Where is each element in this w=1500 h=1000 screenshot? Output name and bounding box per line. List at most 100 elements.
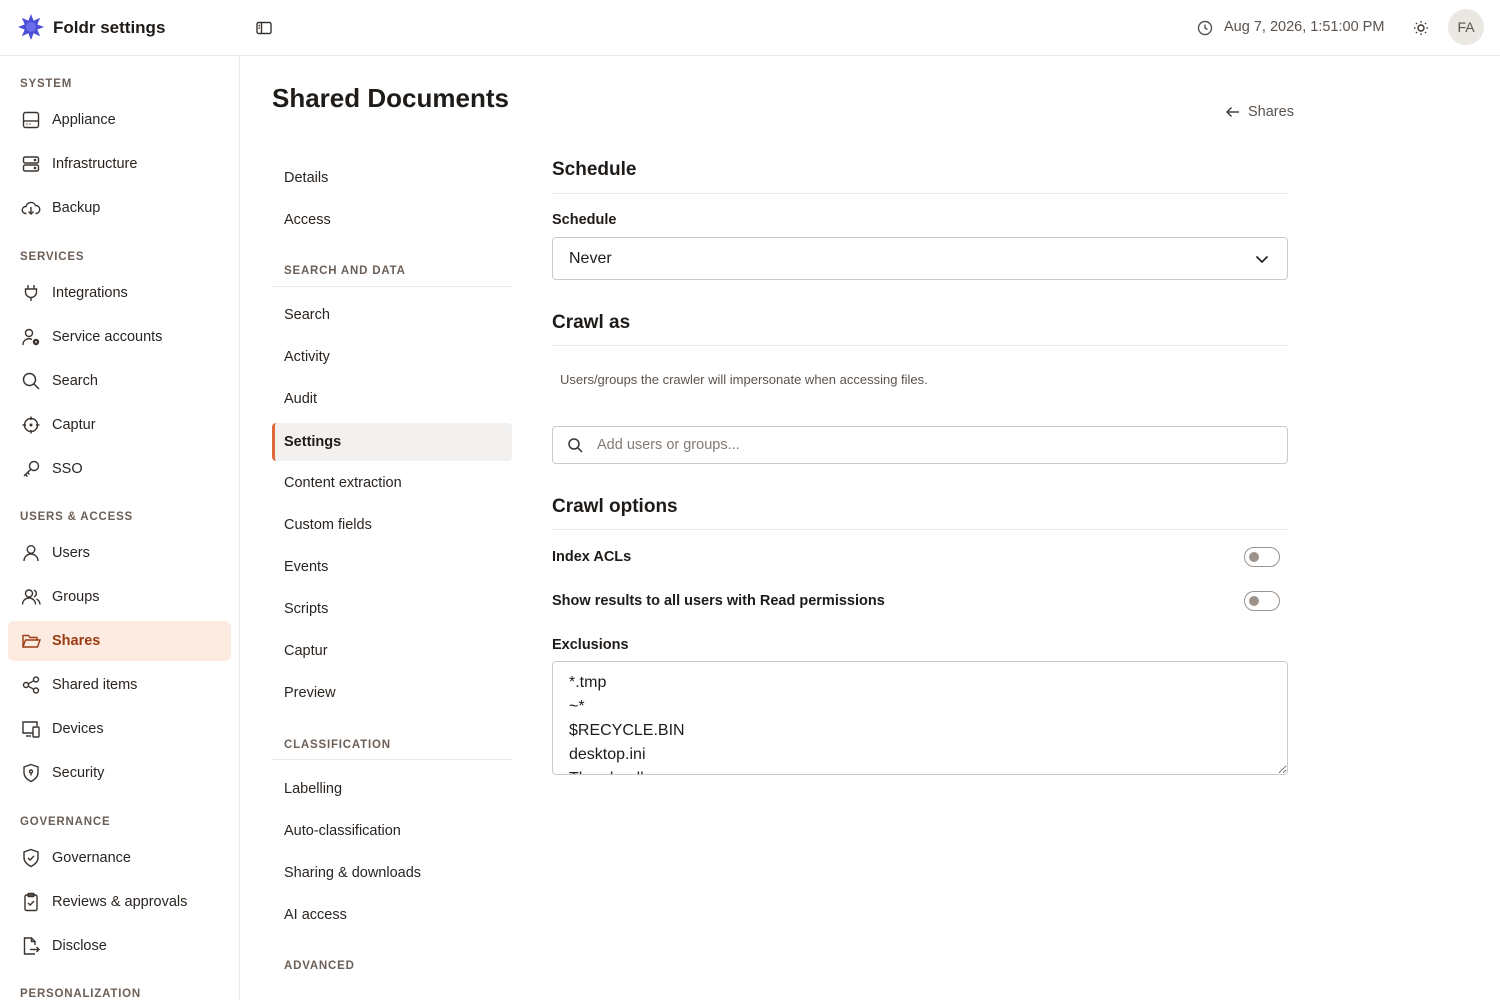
sidebar-item-integrations[interactable]: Integrations [8, 273, 231, 313]
sidebar-item-appliance[interactable]: Appliance [8, 100, 231, 140]
current-datetime: Aug 7, 2026, 1:51:00 PM [1224, 19, 1385, 35]
sidebar-item-label: Reviews & approvals [52, 894, 188, 910]
sidebar-item-label: Security [52, 765, 105, 781]
section-divider [552, 193, 1288, 194]
section-divider [552, 529, 1288, 530]
shield-check-icon [23, 848, 39, 868]
arrow-left-icon [1226, 107, 1239, 117]
subnav-audit[interactable]: Audit [272, 380, 512, 418]
schedule-label: Schedule [552, 212, 617, 228]
sidebar-section-system: SYSTEM [20, 78, 73, 90]
crawl-as-heading: Crawl as [552, 312, 631, 333]
sidebar-item-captur[interactable]: Captur [8, 405, 231, 445]
chevron-down-icon [1255, 255, 1269, 264]
file-export-icon [23, 937, 40, 955]
sun-icon[interactable] [1411, 18, 1431, 38]
subnav-preview[interactable]: Preview [272, 674, 512, 712]
subnav-access[interactable]: Access [272, 201, 512, 239]
sidebar-item-backup[interactable]: Backup [8, 188, 231, 228]
subnav-search[interactable]: Search [272, 296, 512, 334]
subnav-settings[interactable]: Settings [272, 423, 512, 461]
page-title: Shared Documents [272, 83, 509, 113]
subnav-sharing-downloads[interactable]: Sharing & downloads [272, 854, 512, 892]
subnav-events[interactable]: Events [272, 548, 512, 586]
sidebar-section-services: SERVICES [20, 251, 85, 263]
subnav-label: Search [284, 307, 330, 323]
users-icon [21, 589, 41, 605]
sidebar-item-label: Captur [52, 417, 96, 433]
subnav-custom-fields[interactable]: Custom fields [272, 506, 512, 544]
subnav-auto-classification[interactable]: Auto-classification [272, 812, 512, 850]
sidebar-item-label: Integrations [52, 285, 128, 301]
sidebar-item-security[interactable]: Security [8, 753, 231, 793]
subnav-label: Sharing & downloads [284, 865, 422, 881]
subnav-label: Details [284, 170, 329, 186]
crawl-as-search-input[interactable] [597, 427, 1277, 463]
subnav-label: Scripts [284, 601, 329, 617]
subnav-label: Content extraction [284, 475, 402, 491]
subnav-label: Auto-classification [284, 823, 401, 839]
index-acls-label: Index ACLs [552, 549, 632, 565]
subnav-section-classification: CLASSIFICATION [284, 739, 391, 751]
subnav-section-search-and-data: SEARCH AND DATA [284, 265, 406, 277]
sidebar-item-label: Shares [52, 633, 101, 649]
sidebar-item-disclose[interactable]: Disclose [8, 926, 231, 966]
index-acls-toggle[interactable] [1244, 547, 1280, 567]
subnav-label: Events [284, 559, 329, 575]
devices-icon [22, 721, 40, 738]
show-results-toggle[interactable] [1244, 591, 1280, 611]
subnav-ai-access[interactable]: AI access [272, 896, 512, 934]
subnav-label: Access [284, 212, 331, 228]
sidebar-item-label: SSO [52, 461, 83, 477]
subnav-section-advanced: ADVANCED [284, 960, 355, 972]
sidebar-item-label: Devices [52, 721, 104, 737]
sidebar-item-users[interactable]: Users [8, 533, 231, 573]
sidebar-toggle-icon[interactable] [254, 18, 274, 38]
back-to-shares-link[interactable]: Shares [1224, 102, 1294, 122]
subnav-activity[interactable]: Activity [272, 338, 512, 376]
subnav-divider [272, 286, 512, 287]
user-icon [23, 545, 39, 562]
schedule-select[interactable]: Never [552, 237, 1288, 280]
subnav-content-extraction[interactable]: Content extraction [272, 464, 512, 502]
subnav-label: Captur [284, 643, 328, 659]
sidebar-item-shares[interactable]: Shares [8, 621, 231, 661]
sidebar-item-label: Search [52, 373, 98, 389]
sidebar-section-users-access: USERS & ACCESS [20, 511, 134, 523]
subnav-label: Custom fields [284, 517, 372, 533]
subnav-scripts[interactable]: Scripts [272, 590, 512, 628]
sidebar-item-search[interactable]: Search [8, 361, 231, 401]
key-icon [23, 460, 40, 477]
sidebar-item-reviews-approvals[interactable]: Reviews & approvals [8, 882, 231, 922]
clock-icon [1197, 20, 1213, 36]
sidebar-item-shared-items[interactable]: Shared items [8, 665, 231, 705]
subnav-details[interactable]: Details [272, 159, 512, 197]
sidebar-item-label: Service accounts [52, 329, 163, 345]
subnav-label: Activity [284, 349, 330, 365]
sidebar-item-service-accounts[interactable]: Service accounts [8, 317, 231, 357]
sidebar-item-label: Disclose [52, 938, 107, 954]
user-gear-icon [22, 328, 40, 346]
search-icon [22, 372, 40, 390]
subnav-captur[interactable]: Captur [272, 632, 512, 670]
sidebar-item-label: Shared items [52, 677, 138, 693]
subnav-labelling[interactable]: Labelling [272, 770, 512, 808]
subnav-label: AI access [284, 907, 347, 923]
schedule-selected-value: Never [569, 250, 612, 267]
foldr-logo-icon [18, 14, 44, 40]
sidebar-item-groups[interactable]: Groups [8, 577, 231, 617]
cloud-download-icon [21, 201, 41, 215]
toggle-knob [1249, 551, 1259, 562]
sidebar-item-devices[interactable]: Devices [8, 709, 231, 749]
crosshair-icon [22, 416, 40, 434]
sidebar-item-infrastructure[interactable]: Infrastructure [8, 144, 231, 184]
exclusions-textarea[interactable]: *.tmp ~* $RECYCLE.BIN desktop.ini Thumbs… [552, 661, 1288, 775]
search-icon [568, 438, 583, 453]
crawl-options-heading: Crawl options [552, 496, 678, 517]
folder-open-icon [22, 634, 41, 648]
sidebar-item-sso[interactable]: SSO [8, 449, 231, 489]
user-avatar[interactable]: FA [1448, 9, 1484, 45]
crawl-as-help-text: Users/groups the crawler will impersonat… [560, 372, 928, 387]
sidebar-item-governance[interactable]: Governance [8, 838, 231, 878]
exclusions-label: Exclusions [552, 637, 629, 653]
